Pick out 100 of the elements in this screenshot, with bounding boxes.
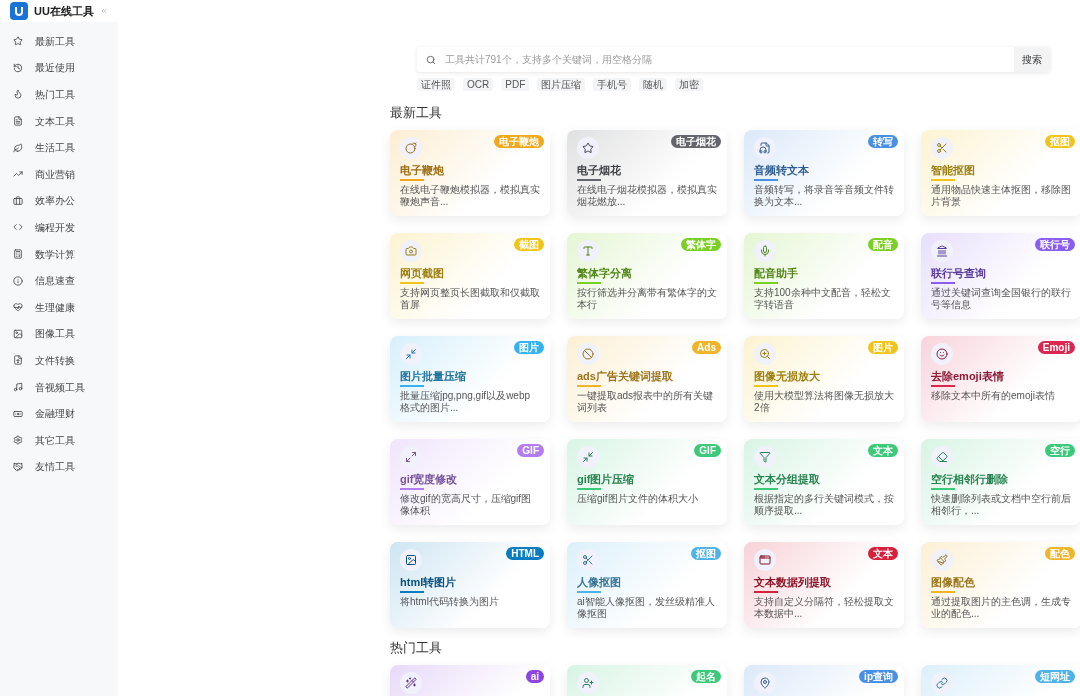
gear-icon [13,435,23,446]
card-description: 将html代码转换为图片 [400,596,500,608]
compress-icon [405,348,417,360]
tool-card[interactable]: HTML html转图片 将html代码转换为图片 [390,542,550,628]
tool-card[interactable]: 空行 空行相邻行删除 快速删除列表或文档中空行前后相邻行，... [921,439,1080,525]
card-title: gif图片压缩 [577,472,636,486]
music-icon [13,382,23,392]
search-tag[interactable]: 证件照 [417,78,455,91]
sidebar-label: 生理健康 [35,300,75,315]
sidebar-item[interactable]: 其它工具 [0,426,118,454]
search-tag[interactable]: 手机号 [593,78,632,91]
tool-card[interactable]: GIF gif宽度修改 修改gif的宽高尺寸，压缩gif图像体积 [390,439,550,525]
card-description: 一键提取ads报表中的所有关键词列表 [577,390,715,414]
tool-card[interactable]: 电子鞭炮 电子鞭炮 在线电子鞭炮模拟器，模拟真实鞭炮声音... [390,130,550,216]
sidebar-item[interactable]: 音视频工具 [0,373,118,401]
chart-icon [13,169,23,180]
tool-card[interactable]: Emoji 去除emoji表情 移除文本中所有的emoji表情 [921,336,1080,422]
sidebar-item[interactable]: 生活工具 [0,134,118,161]
card-title: 人像抠图 [577,575,622,589]
calculator-icon [13,249,23,260]
ban-icon [582,348,594,360]
tool-card[interactable]: 图片 图像无损放大 使用大模型算法将图像无损放大2倍 [744,336,904,422]
card-title: 繁体字分离 [577,266,633,280]
card-title: 电子烟花 [577,163,622,177]
card-description: 音频转写，将录音等音频文件转换为文本... [754,184,894,208]
sidebar-label: 热门工具 [35,88,75,102]
card-description: 在线电子烟花模拟器，模拟真实烟花燃放... [577,184,717,208]
tool-card[interactable]: 转写 音频转文本 音频转写，将录音等音频文件转换为文本... [744,130,904,216]
sidebar-item[interactable]: 热门工具 [0,81,118,108]
sidebar-item[interactable]: 文件转换 [0,347,118,374]
sidebar-item[interactable]: 最近使用 [0,54,118,82]
tag-badge: 文本 [868,547,898,560]
card-title: 网页截图 [400,266,445,280]
tool-card[interactable]: 繁体字 繁体字分离 按行筛选并分离带有繁体字的文本行 [567,233,727,319]
handshake-icon [13,461,23,472]
tool-card[interactable]: 图片 图片批量压缩 批量压缩jpg,png,gif以及webp格式的图片... [390,336,550,422]
search-tag[interactable]: PDF [501,78,530,91]
history-icon [13,62,23,73]
sidebar-item[interactable]: 商业营销 [0,160,118,188]
tool-card[interactable]: 配色 图像配色 通过提取图片的主色调，生成专业的配色... [921,542,1080,628]
sidebar-label: 友情工具 [35,460,75,475]
sidebar-item[interactable]: 图像工具 [0,320,118,348]
sidebar-item[interactable]: 文本工具 [0,107,118,135]
card-title: ads广告关键词提取 [577,369,674,383]
search-button[interactable]: 搜索 [1014,47,1050,72]
tool-card[interactable]: 文本 文本分组提取 根据指定的多行关键词模式，按顺序提取... [744,439,904,525]
tool-card[interactable]: 电子烟花 电子烟花 在线电子烟花模拟器，模拟真实烟花燃放... [567,130,727,216]
tool-card[interactable]: ai [390,665,550,696]
sidebar-item[interactable]: 友情工具 [0,453,118,481]
card-description: 压缩gif图片文件的体积大小 [577,493,699,505]
tag-badge: 转写 [868,135,898,148]
sidebar-item[interactable]: 最新工具 [0,28,118,55]
card-title: 去除emoji表情 [931,369,1005,383]
tag-badge: 配色 [1045,547,1075,560]
sidebar-item[interactable]: 信息速查 [0,267,118,294]
sidebar-label: 文本工具 [35,114,75,129]
filter-icon [759,451,771,463]
card-title: 图像配色 [931,575,976,589]
image-icon [13,328,23,339]
section-heading: 热门工具 [390,640,443,656]
tool-card[interactable]: 抠图 智能抠图 通用物品快速主体抠图，移除图片背景 [921,130,1080,216]
tool-card[interactable]: 联行号 联行号查询 通过关键词查询全国银行的联行号等信息 [921,233,1080,319]
tool-card[interactable]: Ads ads广告关键词提取 一键提取ads报表中的所有关键词列表 [567,336,727,422]
file-icon [13,355,23,366]
sidebar-item[interactable]: 生理健康 [0,293,118,321]
compress-icon [582,451,594,463]
sidebar-item[interactable]: 金融理财 [0,400,118,427]
tool-card[interactable]: GIF gif图片压缩 压缩gif图片文件的体积大小 [567,439,727,525]
tool-card[interactable]: 文本 文本数据列提取 支持自定义分隔符，轻松提取文本数据中... [744,542,904,628]
sidebar-label: 数学计算 [35,247,75,262]
search-tag[interactable]: 图片压缩 [537,78,586,91]
card-description: 在线电子鞭炮模拟器，模拟真实鞭炮声音... [400,184,540,208]
brush-icon [936,554,948,566]
audio-file-icon [759,142,771,154]
sidebar-label: 音视频工具 [35,380,85,395]
tag-badge: Ads [692,341,721,354]
sidebar-item[interactable]: 效率办公 [0,187,118,215]
search-tag[interactable]: 随机 [639,78,668,91]
search-icon [426,54,436,65]
search-tag[interactable]: OCR [463,78,494,91]
tag-badge: GIF [517,444,544,457]
search-tag[interactable]: 加密 [675,78,704,91]
sidebar-label: 文件转换 [35,353,75,368]
sidebar-label: 最近使用 [35,61,75,76]
collapse-icon[interactable] [99,7,108,15]
info-icon [13,275,23,286]
card-description: 通过关键词查询全国银行的联行号等信息 [931,287,1071,311]
map-pin-icon [759,677,771,689]
star-icon [582,142,594,154]
search-field[interactable]: 工具共计791个，支持多个关键词，用空格分隔 [445,52,1014,67]
sidebar-item[interactable]: 编程开发 [0,214,118,241]
tool-card[interactable]: 抠图 人像抠图 ai智能人像抠图，发丝级精准人像抠图 [567,542,727,628]
tool-card[interactable]: 截图 网页截图 支持网页整页长图截取和仅截取首屏 [390,233,550,319]
tag-badge: 电子烟花 [671,135,721,148]
tag-badge: 图片 [514,341,544,354]
scissors-icon [936,142,948,154]
tag-badge: 配音 [868,238,898,251]
card-title: 空行相邻行删除 [931,472,1009,486]
sidebar-item[interactable]: 数学计算 [0,240,118,268]
tool-card[interactable]: 配音 配音助手 支持100余种中文配音，轻松文字转语音 [744,233,904,319]
